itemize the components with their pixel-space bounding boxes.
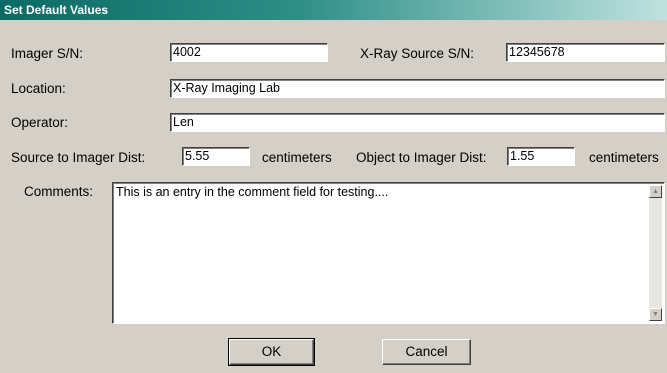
object-to-imager-label: Object to Imager Dist: <box>356 150 487 165</box>
source-to-imager-unit: centimeters <box>262 150 332 165</box>
scroll-up-arrow-icon[interactable]: ▲ <box>649 185 662 198</box>
source-to-imager-field[interactable]: 5.55 <box>182 147 250 166</box>
xray-source-sn-field[interactable]: 12345678 <box>506 43 665 62</box>
location-label: Location: <box>11 81 66 96</box>
comments-textarea[interactable]: This is an entry in the comment field fo… <box>112 182 665 324</box>
object-to-imager-unit: centimeters <box>589 150 659 165</box>
imager-sn-field[interactable]: 4002 <box>170 43 328 62</box>
operator-label: Operator: <box>11 115 69 130</box>
scroll-down-arrow-icon[interactable]: ▼ <box>649 308 662 321</box>
location-field[interactable]: X-Ray Imaging Lab <box>170 79 665 98</box>
operator-field[interactable]: Len <box>170 113 665 132</box>
imager-sn-label: Imager S/N: <box>11 46 84 61</box>
comments-label: Comments: <box>24 184 94 199</box>
window-title: Set Default Values <box>4 3 109 17</box>
title-bar: Set Default Values <box>0 0 667 20</box>
comments-text: This is an entry in the comment field fo… <box>116 185 389 199</box>
ok-button[interactable]: OK <box>228 338 315 366</box>
object-to-imager-field[interactable]: 1.55 <box>507 147 575 166</box>
xray-source-sn-label: X-Ray Source S/N: <box>360 46 475 61</box>
comments-scrollbar[interactable]: ▲ ▼ <box>649 185 662 321</box>
source-to-imager-label: Source to Imager Dist: <box>11 150 146 165</box>
cancel-button[interactable]: Cancel <box>382 339 471 365</box>
